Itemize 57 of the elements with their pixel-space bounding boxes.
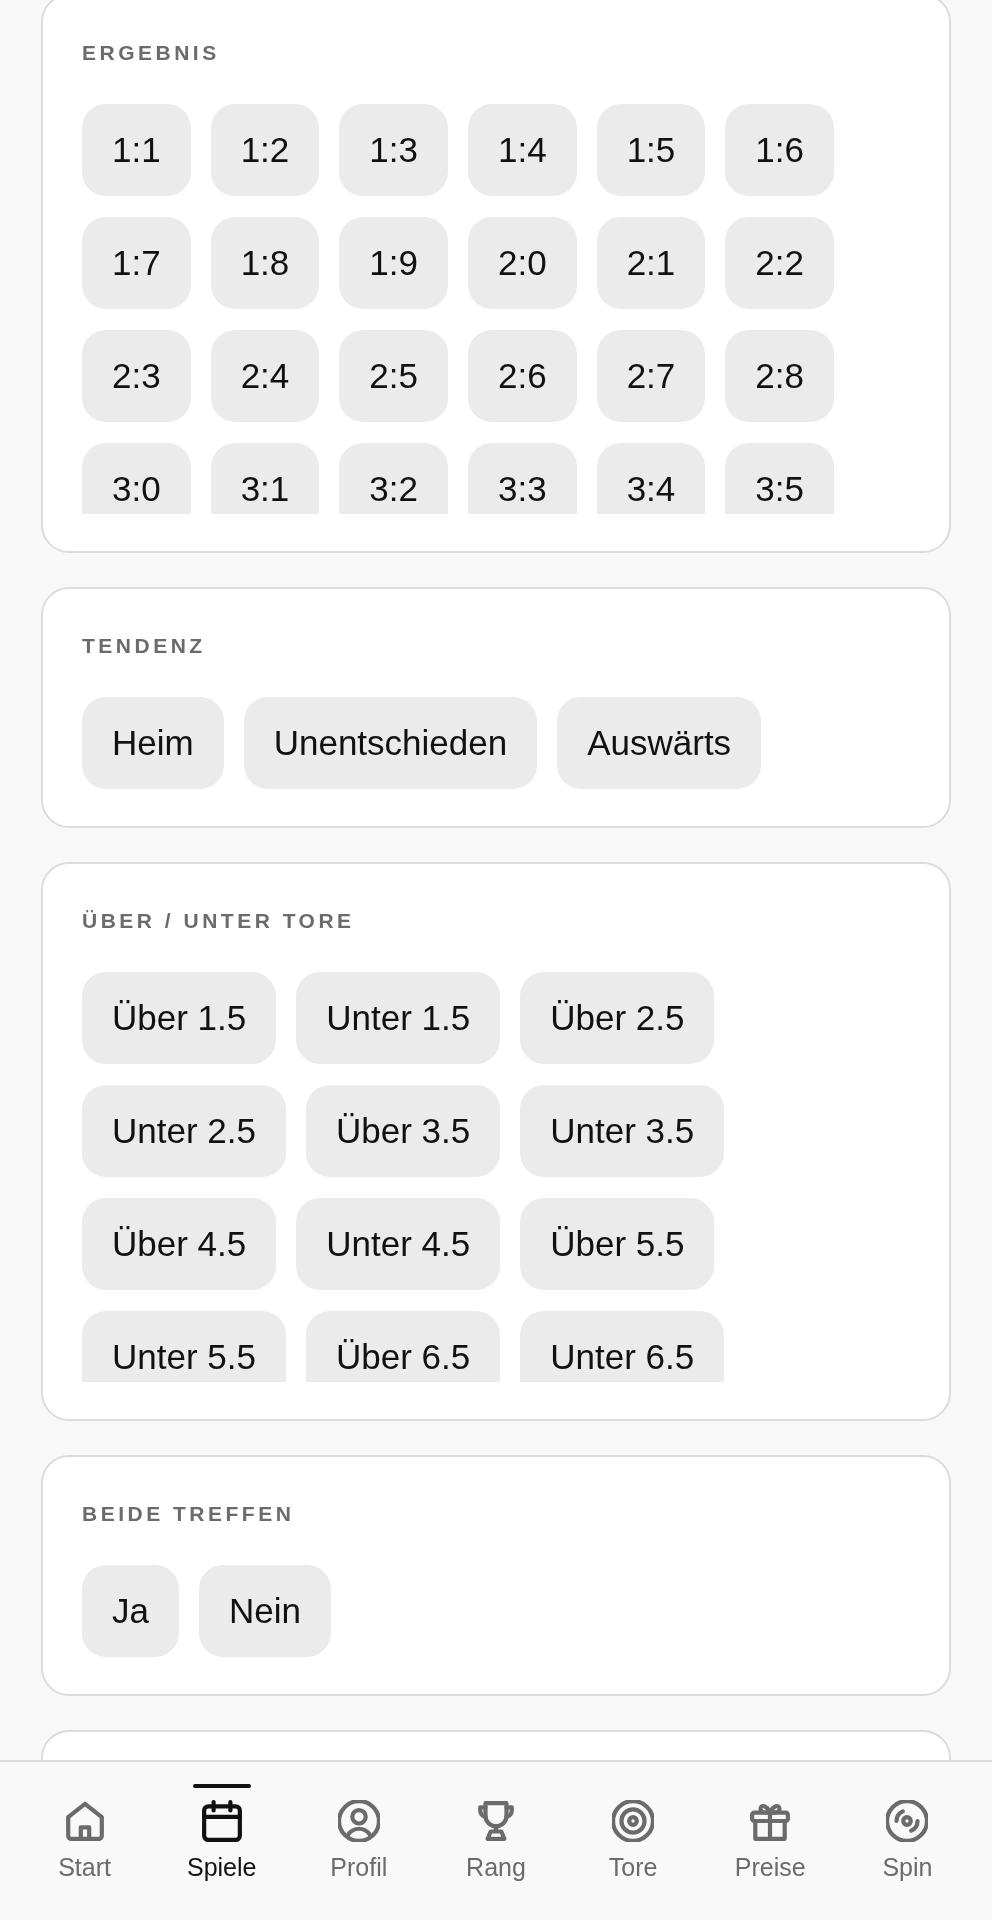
option-button[interactable]: 2:0	[467, 217, 577, 309]
section-title: BEIDE TREFFEN	[82, 1501, 296, 1527]
option-button[interactable]: 1:7	[82, 217, 191, 309]
option-button[interactable]: Unter 2.5	[82, 1085, 286, 1177]
option-button[interactable]: Über 2.5	[520, 972, 715, 1064]
option-button[interactable]: Ja	[82, 1565, 179, 1657]
option-button[interactable]: 2:6	[467, 330, 577, 422]
option-button[interactable]: Über 5.5	[520, 1198, 715, 1290]
option-button[interactable]: 1:8	[210, 217, 320, 309]
option-button[interactable]: Über 4.5	[82, 1198, 277, 1290]
option-button[interactable]: 2:4	[210, 330, 320, 422]
option-button[interactable]: Unter 1.5	[296, 972, 501, 1064]
option-button[interactable]: 1:2	[210, 104, 320, 196]
option-button[interactable]: Unentschieden	[243, 697, 538, 789]
option-button[interactable]: 1:1	[82, 104, 191, 196]
nav-tab[interactable]: Profil	[290, 1762, 428, 1920]
section-title: TENDENZ	[82, 633, 207, 659]
section-title: ÜBER / UNTER TORE	[82, 908, 356, 934]
option-button[interactable]: 3:4	[596, 443, 706, 514]
option-button[interactable]: Unter 6.5	[520, 1311, 725, 1382]
nav-tab[interactable]: Spin	[838, 1762, 976, 1920]
option-button[interactable]: 1:3	[339, 104, 448, 196]
option-button[interactable]: 1:6	[725, 104, 834, 196]
option-button[interactable]: 2:2	[725, 217, 834, 309]
option-button[interactable]: 1:5	[596, 104, 706, 196]
option-button[interactable]: 1:9	[339, 217, 448, 309]
nav-tab[interactable]: Spiele	[153, 1762, 291, 1920]
option-button[interactable]: 2:5	[339, 330, 448, 422]
option-button[interactable]: 3:0	[82, 443, 191, 514]
nav-tab[interactable]: Preise	[701, 1762, 839, 1920]
house-icon	[63, 1800, 106, 1842]
option-button[interactable]: 3:5	[725, 443, 834, 514]
calendar-icon	[200, 1800, 243, 1842]
nav-tab[interactable]: Rang	[427, 1762, 565, 1920]
nav-tab[interactable]: Start	[16, 1762, 154, 1920]
option-button[interactable]: Heim	[82, 697, 224, 789]
option-button[interactable]: 3:1	[210, 443, 320, 514]
option-button[interactable]: 2:1	[596, 217, 706, 309]
option-button[interactable]: Über 1.5	[82, 972, 277, 1064]
option-button[interactable]: Auswärts	[557, 697, 762, 789]
option-button[interactable]: Nein	[198, 1565, 331, 1657]
option-button[interactable]: 3:3	[467, 443, 577, 514]
option-button[interactable]: 2:3	[82, 330, 191, 422]
option-button[interactable]: 1:4	[467, 104, 577, 196]
nav-tab[interactable]: Tore	[564, 1762, 702, 1920]
active-indicator	[192, 1784, 251, 1788]
option-button[interactable]: Unter 3.5	[520, 1085, 725, 1177]
option-button[interactable]: Unter 5.5	[82, 1311, 286, 1382]
target-icon	[612, 1800, 655, 1842]
trophy-icon	[475, 1800, 517, 1842]
option-button[interactable]: 3:2	[339, 443, 448, 514]
option-button[interactable]: 2:8	[725, 330, 834, 422]
section-title: ERGEBNIS	[82, 40, 221, 66]
option-button[interactable]: Über 6.5	[305, 1311, 501, 1382]
option-button[interactable]: Unter 4.5	[296, 1198, 501, 1290]
option-button[interactable]: Über 3.5	[305, 1085, 501, 1177]
option-button[interactable]: 2:7	[596, 330, 706, 422]
